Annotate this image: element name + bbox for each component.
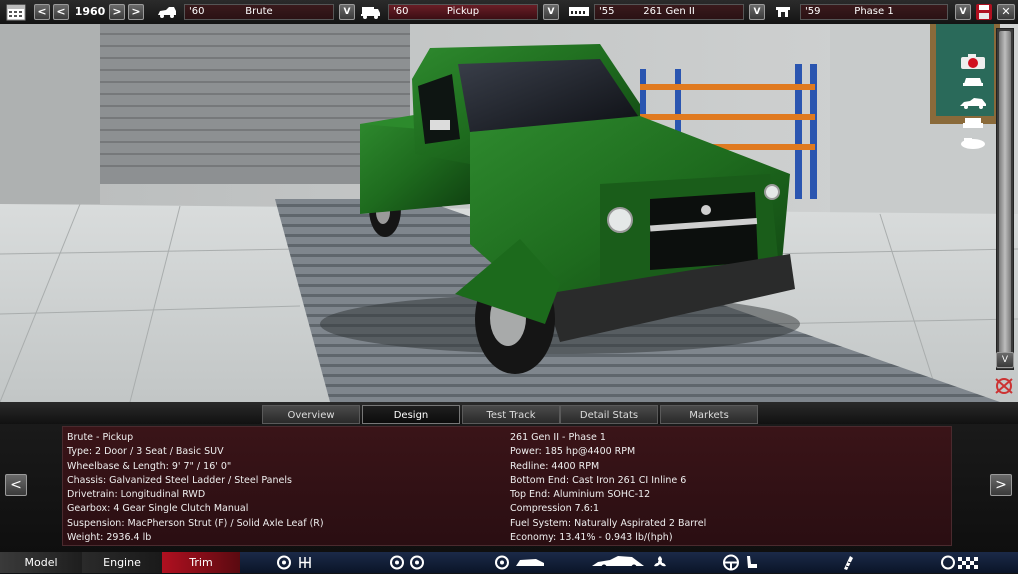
car-spec-line: Drivetrain: Longitudinal RWD (67, 489, 206, 501)
car-spec-line: Suspension: MacPherson Strut (F) / Solid… (67, 517, 324, 529)
car-spec-line: Weight: 2936.4 lb (67, 532, 152, 544)
safety-icon[interactable] (838, 554, 858, 571)
reset-view-icon[interactable] (992, 376, 1016, 396)
engine-family-icon (567, 3, 589, 21)
info-tab-bar: Overview Design Test Track Detail Stats … (0, 402, 1018, 424)
engine-specs-column: 261 Gen II - Phase 1 Power: 185 hp@4400 … (510, 431, 706, 545)
nav-model[interactable]: Model (0, 552, 82, 573)
year-prev-button[interactable]: < (53, 4, 69, 20)
engine-variant-icon (773, 3, 793, 21)
engine-variant-select[interactable]: '59 Phase 1 (800, 4, 948, 20)
body-style-icon[interactable] (588, 554, 648, 571)
tab-detail-stats[interactable]: Detail Stats (560, 405, 658, 424)
view-side-icon[interactable] (958, 96, 988, 110)
car-spec-line: Type: 2 Door / 3 Seat / Basic SUV (67, 446, 224, 458)
model-variant-dropdown-button[interactable]: V (543, 4, 559, 20)
tab-markets[interactable]: Markets (660, 405, 758, 424)
save-icon[interactable] (975, 3, 993, 21)
seat-icon[interactable] (744, 554, 760, 571)
year-display: 1960 (74, 5, 106, 18)
steering-wheel-icon[interactable] (718, 554, 744, 571)
zoom-scrollbar-thumb[interactable] (999, 31, 1011, 353)
model-family-dropdown-button[interactable]: V (339, 4, 355, 20)
car-spec-line: Gearbox: 4 Gear Single Clutch Manual (67, 503, 249, 515)
tab-design[interactable]: Design (362, 405, 460, 424)
engine-spec-line: Power: 185 hp@4400 RPM (510, 446, 636, 458)
engine-spec-line: Compression 7.6:1 (510, 503, 600, 515)
engine-family-select[interactable]: '55 261 Gen II (594, 4, 744, 20)
year-first-button[interactable]: < (34, 4, 50, 20)
design-summary: Brute - Pickup Type: 2 Door / 3 Seat / B… (62, 426, 952, 546)
tab-test-track[interactable]: Test Track (462, 405, 560, 424)
finish-flag-icon[interactable] (940, 554, 984, 571)
nav-engine[interactable]: Engine (82, 552, 162, 573)
car-variant-icon (359, 3, 380, 21)
engine-spec-line: Fuel System: Naturally Aspirated 2 Barre… (510, 517, 707, 529)
year-next-button[interactable]: > (109, 4, 125, 20)
engine-family-dropdown-button[interactable]: V (749, 4, 765, 20)
zoom-down-button[interactable]: V (996, 352, 1014, 368)
view-rear-icon[interactable] (958, 116, 988, 130)
fan-icon[interactable] (650, 554, 670, 571)
engine-spec-line: Redline: 4400 RPM (510, 460, 600, 472)
view-top-icon[interactable] (958, 136, 988, 150)
nav-trim[interactable]: Trim (162, 552, 240, 573)
prev-car-button[interactable]: < (5, 474, 27, 496)
tab-overview[interactable]: Overview (262, 405, 360, 424)
car-family-icon (156, 3, 176, 21)
car-spec-line: Brute - Pickup (67, 432, 134, 443)
engine-spec-line: 261 Gen II - Phase 1 (510, 432, 606, 443)
engine-spec-line: Bottom End: Cast Iron 261 CI Inline 6 (510, 474, 687, 486)
model-variant-select[interactable]: '60 Pickup (388, 4, 538, 20)
car-specs-column: Brute - Pickup Type: 2 Door / 3 Seat / B… (67, 431, 324, 545)
suspension-icon[interactable] (385, 554, 429, 571)
next-car-button[interactable]: > (990, 474, 1012, 496)
chassis-icon[interactable] (492, 554, 552, 571)
calendar-icon[interactable] (6, 3, 26, 21)
car-spec-line: Chassis: Galvanized Steel Ladder / Steel… (67, 474, 292, 486)
camera-icon[interactable] (958, 54, 988, 69)
engine-spec-line: Economy: 13.41% - 0.943 lb/(hph) (510, 532, 673, 544)
garage-scene (0, 24, 1018, 402)
engine-spec-line: Top End: Aluminium SOHC-12 (510, 489, 651, 501)
view-mode-icons (958, 54, 992, 154)
top-toolbar: < < 1960 > > '60 Brute V '60 Pickup V '5… (0, 0, 1018, 25)
close-button[interactable]: ✕ (997, 4, 1015, 20)
info-panel: < Brute - Pickup Type: 2 Door / 3 Seat /… (0, 424, 1018, 552)
model-family-select[interactable]: '60 Brute (184, 4, 334, 20)
drivetrain-gearbox-icon[interactable] (272, 554, 322, 571)
engine-variant-dropdown-button[interactable]: V (955, 4, 971, 20)
car-spec-line: Wheelbase & Length: 9' 7" / 16' 0" (67, 460, 232, 472)
view-front-icon[interactable] (958, 74, 988, 88)
zoom-scrollbar[interactable] (996, 28, 1014, 370)
bottom-navigation: Model Engine Trim (0, 552, 1018, 573)
car-3d-viewport[interactable]: V (0, 24, 1018, 402)
year-last-button[interactable]: > (128, 4, 144, 20)
